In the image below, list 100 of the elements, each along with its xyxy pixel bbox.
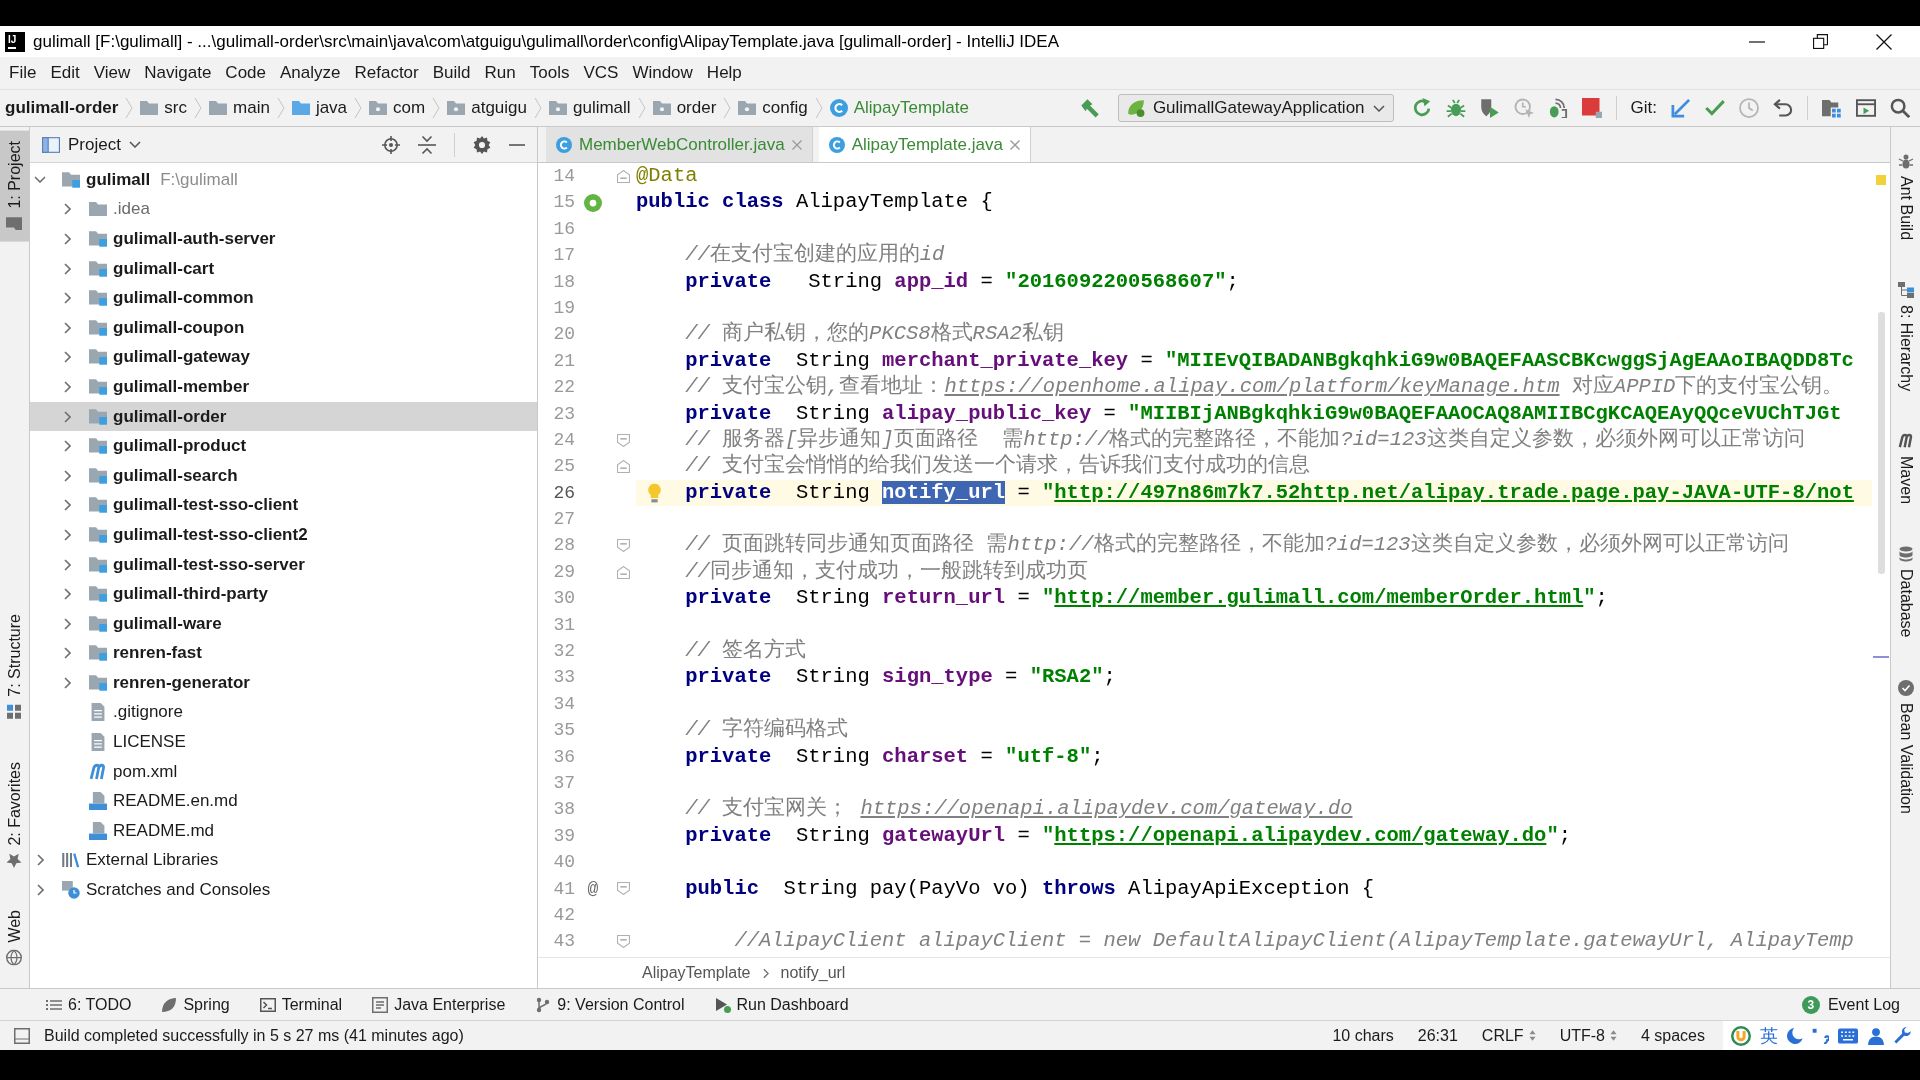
gutter-mark[interactable]: @ [587, 879, 599, 898]
tree-item[interactable]: renren-fast [30, 638, 210, 669]
menu-item[interactable]: Window [625, 60, 700, 86]
chevron-right-icon[interactable] [63, 380, 71, 393]
tree-item[interactable]: gulimall-product [30, 431, 255, 461]
person-icon[interactable] [1867, 1026, 1885, 1045]
tool-window-button[interactable]: 9: Version Control [529, 992, 691, 1017]
square-icon[interactable] [14, 1027, 30, 1044]
status-widget[interactable]: 10 chars [1320, 1026, 1406, 1045]
status-widget[interactable]: 4 spaces [1628, 1026, 1717, 1045]
lightbulb-icon[interactable] [648, 482, 661, 503]
tree-item[interactable]: gulimall-cart [30, 253, 223, 284]
warning-marker-icon[interactable] [1876, 175, 1886, 185]
hammer-icon[interactable] [1079, 98, 1100, 118]
tool-window-button[interactable]: 6: TODO [40, 992, 138, 1017]
folder-grid-icon[interactable] [1822, 98, 1842, 118]
breadcrumb-item[interactable]: gulimall-order [2, 98, 122, 118]
tree-item[interactable]: gulimall-search [30, 460, 246, 491]
url-link[interactable]: http://member.gulimall.com/memberOrder.html [1054, 586, 1584, 610]
status-widget[interactable]: UTF-8 [1547, 1026, 1629, 1045]
chevron-right-icon[interactable] [63, 499, 71, 512]
tree-item[interactable]: gulimall F:\gulimall [30, 165, 246, 195]
tool-window-tab[interactable]: 1: Project [0, 131, 29, 242]
menu-item[interactable]: Navigate [137, 60, 219, 86]
tool-window-tab[interactable]: 8: Hierarchy [1891, 272, 1920, 402]
check-icon[interactable] [1705, 98, 1725, 118]
moon-icon[interactable] [1787, 1027, 1803, 1044]
arrow-down-left-icon[interactable] [1671, 98, 1691, 118]
tree-item[interactable]: Scratches and Consoles [30, 875, 279, 905]
menu-item[interactable]: Build [425, 60, 478, 86]
tree-item[interactable]: gulimall-test-sso-server [30, 549, 313, 580]
chevron-right-icon[interactable] [63, 528, 71, 541]
menu-item[interactable]: Code [218, 60, 273, 86]
chevron-right-icon[interactable] [63, 558, 71, 571]
run-configuration-dropdown[interactable]: GulimallGatewayApplication [1117, 94, 1394, 122]
tool-window-tab[interactable]: Web [0, 900, 29, 976]
rerun-icon[interactable] [1411, 98, 1432, 118]
tree-item[interactable]: README.en.md [30, 786, 246, 817]
minimize-icon[interactable] [509, 143, 525, 146]
tree-item[interactable]: gulimall-test-sso-client [30, 490, 307, 521]
url-link[interactable]: https://openapi.alipaydev.com/gateway.do [860, 797, 1353, 821]
menu-item[interactable]: Run [477, 60, 523, 86]
tree-item[interactable]: gulimall-ware [30, 608, 230, 639]
tool-window-button[interactable]: 3 Event Log [1795, 992, 1906, 1017]
tool-window-tab[interactable]: 2: Favorites [0, 751, 29, 879]
crosshair-icon[interactable] [382, 135, 400, 154]
bug-signal-icon[interactable] [1547, 98, 1568, 118]
minimize-icon[interactable] [1749, 40, 1765, 43]
chevron-right-icon[interactable] [63, 676, 71, 689]
horseshoe-logo-icon[interactable] [1731, 1025, 1751, 1046]
scrollbar-thumb[interactable] [1878, 312, 1885, 574]
tool-window-tab[interactable]: Bean Validation [1891, 669, 1920, 824]
tree-item[interactable]: .idea [30, 194, 158, 225]
chevron-right-icon[interactable] [63, 321, 71, 334]
bug-icon[interactable] [1445, 98, 1466, 118]
chevron-right-icon[interactable] [63, 588, 71, 601]
class-marker-icon[interactable] [584, 193, 602, 212]
breadcrumb-item[interactable]: src [137, 98, 191, 118]
breadcrumb-item[interactable]: main [206, 98, 273, 118]
window-play-icon[interactable] [1856, 98, 1876, 118]
tool-window-button[interactable]: Java Enterprise [366, 992, 512, 1017]
tree-item[interactable]: gulimall-coupon [30, 312, 253, 343]
chevron-right-icon[interactable] [63, 617, 71, 630]
tool-window-button[interactable]: Spring [155, 992, 236, 1017]
status-widget[interactable]: 26:31 [1405, 1026, 1470, 1045]
breadcrumb-item[interactable]: java [288, 98, 351, 118]
tree-item[interactable]: .gitignore [30, 697, 191, 728]
tree-item[interactable]: External Libraries [30, 845, 227, 876]
input-mode-toggle[interactable]: 英 [1760, 1023, 1778, 1048]
editor-tab[interactable]: AlipayTemplate.java [818, 127, 1031, 162]
menu-item[interactable]: Tools [522, 60, 577, 86]
stop-icon[interactable] [1581, 98, 1602, 118]
menu-item[interactable]: Refactor [347, 60, 426, 86]
collapse-icon[interactable] [418, 135, 436, 154]
url-link[interactable]: https://openapi.alipaydev.com/gateway.do [1054, 823, 1547, 847]
tree-item[interactable]: gulimall-third-party [30, 579, 276, 609]
chevron-right-icon[interactable] [36, 854, 44, 867]
chevron-right-icon[interactable] [63, 440, 71, 453]
url-link[interactable]: https://openhome.alipay.com/platform/keyManage.htm [944, 375, 1560, 399]
chevron-right-icon[interactable] [63, 351, 71, 364]
chevron-right-icon[interactable] [63, 292, 71, 305]
shield-play-icon[interactable] [1479, 98, 1500, 118]
tool-window-button[interactable]: Terminal [253, 992, 349, 1017]
chevron-right-icon[interactable] [63, 262, 71, 275]
chevron-right-icon[interactable] [63, 469, 71, 482]
tree-item[interactable]: renren-generator [30, 668, 258, 698]
chevron-right-icon[interactable] [63, 647, 71, 660]
tool-window-button[interactable]: Run Dashboard [708, 992, 855, 1017]
url-link[interactable]: http://497n86m7k7.52http.net/alipay.trade.page.pay-JAVA-UTF-8/not [1054, 480, 1854, 504]
tree-item[interactable]: gulimall-test-sso-client2 [30, 520, 316, 550]
chevron-right-icon[interactable] [63, 203, 71, 216]
menu-item[interactable]: VCS [576, 60, 626, 86]
breadcrumb-item[interactable]: order [649, 98, 720, 118]
chevron-down-icon[interactable] [34, 176, 46, 184]
tool-window-tab[interactable]: Database [1891, 536, 1920, 648]
breadcrumb-item[interactable]: com [366, 98, 429, 118]
tree-item[interactable]: LICENSE [30, 727, 194, 757]
tool-window-tab[interactable]: Ant Build [1891, 143, 1920, 251]
status-widget[interactable]: CRLF [1469, 1026, 1548, 1045]
view-selector[interactable]: Project [42, 134, 141, 155]
